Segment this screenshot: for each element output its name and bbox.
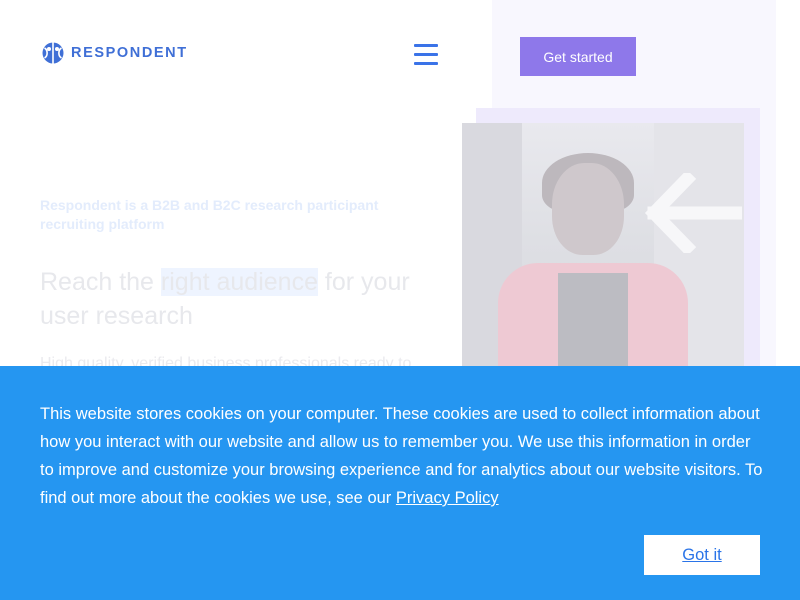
- respondent-logo-icon: [42, 42, 64, 64]
- hero-photo: [462, 123, 744, 383]
- brand-logo[interactable]: RESPONDENT: [42, 42, 188, 64]
- privacy-policy-link[interactable]: Privacy Policy: [396, 489, 499, 507]
- accept-cookies-button[interactable]: Got it: [644, 535, 760, 575]
- menu-line: [414, 44, 438, 47]
- hero-title-pre: Reach the: [40, 268, 161, 296]
- hero-kicker: Respondent is a B2B and B2C research par…: [40, 197, 379, 232]
- cookie-banner: This website stores cookies on your comp…: [0, 366, 800, 600]
- menu-line: [414, 62, 438, 65]
- hamburger-menu-icon[interactable]: [414, 44, 438, 66]
- photo-person-head: [552, 163, 624, 255]
- hero-title: Reach the right audience for your user r…: [40, 265, 460, 333]
- page: RESPONDENT Get started Respondent is a B…: [0, 0, 800, 600]
- hero-title-highlight: right audience: [160, 268, 318, 296]
- menu-line: [414, 53, 438, 56]
- arrow-left-icon: [644, 173, 742, 253]
- get-started-button[interactable]: Get started: [520, 37, 636, 76]
- brand-name: RESPONDENT: [71, 45, 188, 61]
- cookie-message: This website stores cookies on your comp…: [40, 400, 765, 512]
